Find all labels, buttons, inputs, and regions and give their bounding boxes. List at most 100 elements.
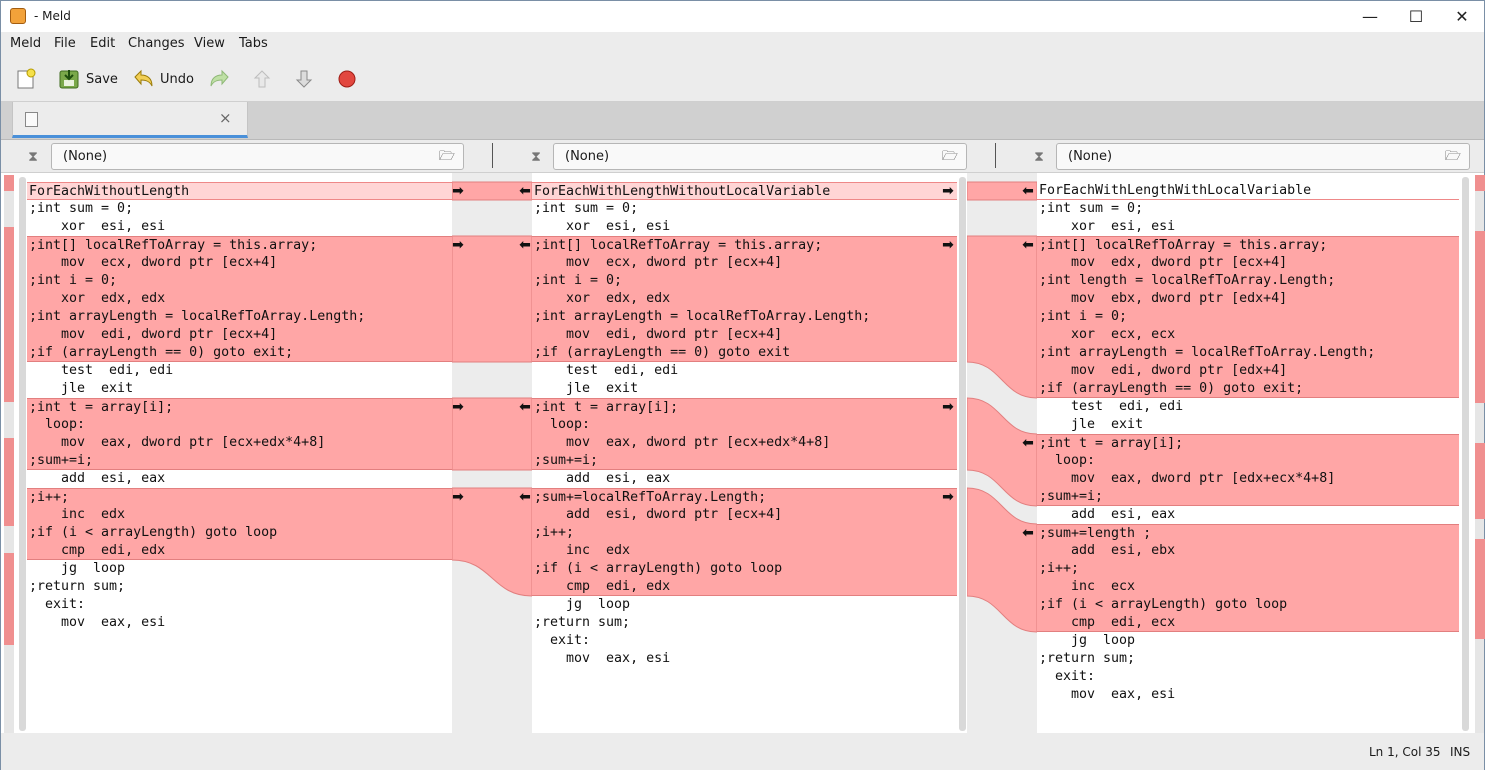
stop-button[interactable] [336,66,364,92]
code-line[interactable]: ;if (arrayLength == 0) goto exit; [27,344,452,362]
code-line[interactable]: cmp edi, ecx [1037,614,1459,632]
push-right-arrow-icon[interactable]: ➡ [450,488,466,506]
previous-change-button[interactable] [251,66,279,92]
save-button[interactable]: Save [58,66,118,92]
code-line[interactable]: mov eax, dword ptr [ecx+edx*4+8] [27,434,452,452]
code-line[interactable]: jg loop [532,596,957,614]
push-left-arrow-icon[interactable]: ⬅ [1020,524,1036,542]
code-line[interactable]: ;sum+=localRefToArray.Length; [532,488,957,506]
new-comparison-button[interactable] [15,66,43,92]
file-chooser-middle[interactable]: (None) 🗁 [553,143,967,170]
code-line[interactable]: mov eax, esi [1037,686,1459,704]
code-line[interactable]: mov edi, dword ptr [ecx+4] [27,326,452,344]
maximize-button[interactable]: ☐ [1393,1,1439,32]
push-left-arrow-icon[interactable]: ⬅ [1020,182,1036,200]
push-right-arrow-icon[interactable]: ➡ [450,236,466,254]
code-line[interactable]: jg loop [27,560,452,578]
open-folder-icon[interactable]: 🗁 [1445,144,1461,169]
code-line[interactable]: xor edx, edx [27,290,452,308]
change-overview-right[interactable] [1475,175,1485,733]
redo-button[interactable] [209,66,237,92]
menu-edit[interactable]: Edit [90,36,115,51]
push-right-arrow-icon[interactable]: ➡ [450,182,466,200]
menu-changes[interactable]: Changes [128,36,185,51]
code-line[interactable]: ForEachWithLengthWithLocalVariable [1037,182,1459,200]
tab-comparison[interactable]: × [12,102,248,138]
code-line[interactable]: loop: [532,416,957,434]
code-line[interactable]: ;int sum = 0; [1037,200,1459,218]
code-line[interactable]: exit: [532,632,957,650]
code-line[interactable]: test edi, edi [532,362,957,380]
code-line[interactable]: ;int arrayLength = localRefToArray.Lengt… [1037,344,1459,362]
code-line[interactable]: ;int arrayLength = localRefToArray.Lengt… [27,308,452,326]
code-line[interactable]: exit: [27,596,452,614]
code-line[interactable]: cmp edi, edx [27,542,452,560]
push-right-arrow-icon[interactable]: ➡ [940,488,956,506]
code-line[interactable]: ;i++; [27,488,452,506]
code-line[interactable]: ;if (i < arrayLength) goto loop [27,524,452,542]
code-line[interactable]: ForEachWithLengthWithoutLocalVariable [532,182,957,200]
code-line[interactable]: ;if (arrayLength == 0) goto exit; [1037,380,1459,398]
code-line[interactable]: inc edx [27,506,452,524]
push-left-arrow-icon[interactable]: ⬅ [517,398,533,416]
code-line[interactable]: loop: [27,416,452,434]
code-line[interactable]: test edi, edi [1037,398,1459,416]
code-line[interactable]: ;return sum; [1037,650,1459,668]
file-chooser-left[interactable]: (None) 🗁 [51,143,464,170]
code-line[interactable]: ForEachWithoutLength [27,182,452,200]
code-line[interactable]: loop: [1037,452,1459,470]
code-pane-right[interactable]: ForEachWithLengthWithLocalVariable ;int s… [1037,173,1459,733]
code-line[interactable]: xor edx, edx [532,290,957,308]
code-line[interactable]: ;int i = 0; [27,272,452,290]
next-change-button[interactable] [293,66,321,92]
code-line[interactable]: ;return sum; [532,614,957,632]
code-line[interactable]: ;sum+=i; [532,452,957,470]
code-line[interactable]: inc edx [532,542,957,560]
code-line[interactable]: mov eax, esi [27,614,452,632]
code-line[interactable]: xor ecx, ecx [1037,326,1459,344]
push-right-arrow-icon[interactable]: ➡ [450,398,466,416]
code-line[interactable]: ;i++; [1037,560,1459,578]
code-line[interactable]: jle exit [1037,416,1459,434]
code-line[interactable]: mov ecx, dword ptr [ecx+4] [27,254,452,272]
code-line[interactable]: add esi, dword ptr [ecx+4] [532,506,957,524]
scrollbar-left[interactable] [19,177,26,731]
code-line[interactable]: ;sum+=i; [27,452,452,470]
code-pane-middle[interactable]: ForEachWithLengthWithoutLocalVariable ;in… [532,173,957,733]
file-chooser-right[interactable]: (None) 🗁 [1056,143,1470,170]
code-line[interactable]: jg loop [1037,632,1459,650]
code-pane-left[interactable]: ForEachWithoutLength ;int sum = 0; xor es… [27,173,452,733]
menu-file[interactable]: File [54,36,76,51]
code-line[interactable]: ;int arrayLength = localRefToArray.Lengt… [532,308,957,326]
code-line[interactable]: ;int sum = 0; [532,200,957,218]
code-line[interactable]: mov eax, dword ptr [edx+ecx*4+8] [1037,470,1459,488]
code-line[interactable]: ;int[] localRefToArray = this.array; [532,236,957,254]
code-line[interactable]: jle exit [27,380,452,398]
code-line[interactable]: xor esi, esi [27,218,452,236]
code-line[interactable]: add esi, ebx [1037,542,1459,560]
push-left-arrow-icon[interactable]: ⬅ [1020,434,1036,452]
code-line[interactable]: ;sum+=i; [1037,488,1459,506]
push-left-arrow-icon[interactable]: ⬅ [517,182,533,200]
code-line[interactable]: ;int i = 0; [1037,308,1459,326]
push-left-arrow-icon[interactable]: ⬅ [517,488,533,506]
open-folder-icon[interactable]: 🗁 [942,144,958,169]
push-right-arrow-icon[interactable]: ➡ [940,236,956,254]
code-line[interactable]: ;sum+=length ; [1037,524,1459,542]
filter-icon[interactable]: ⧗ [1031,149,1047,165]
minimize-button[interactable]: — [1347,1,1393,32]
undo-button[interactable]: Undo [132,66,194,92]
code-line[interactable]: mov eax, dword ptr [ecx+edx*4+8] [532,434,957,452]
code-line[interactable]: ;int t = array[i]; [27,398,452,416]
push-right-arrow-icon[interactable]: ➡ [940,182,956,200]
code-line[interactable]: add esi, eax [27,470,452,488]
scrollbar-middle[interactable] [959,177,966,731]
code-line[interactable]: test edi, edi [27,362,452,380]
code-line[interactable]: ;i++; [532,524,957,542]
code-line[interactable]: ;int[] localRefToArray = this.array; [27,236,452,254]
code-line[interactable]: ;int[] localRefToArray = this.array; [1037,236,1459,254]
push-left-arrow-icon[interactable]: ⬅ [1020,236,1036,254]
code-line[interactable]: inc ecx [1037,578,1459,596]
code-line[interactable]: mov ebx, dword ptr [edx+4] [1037,290,1459,308]
menu-meld[interactable]: Meld [10,36,41,51]
